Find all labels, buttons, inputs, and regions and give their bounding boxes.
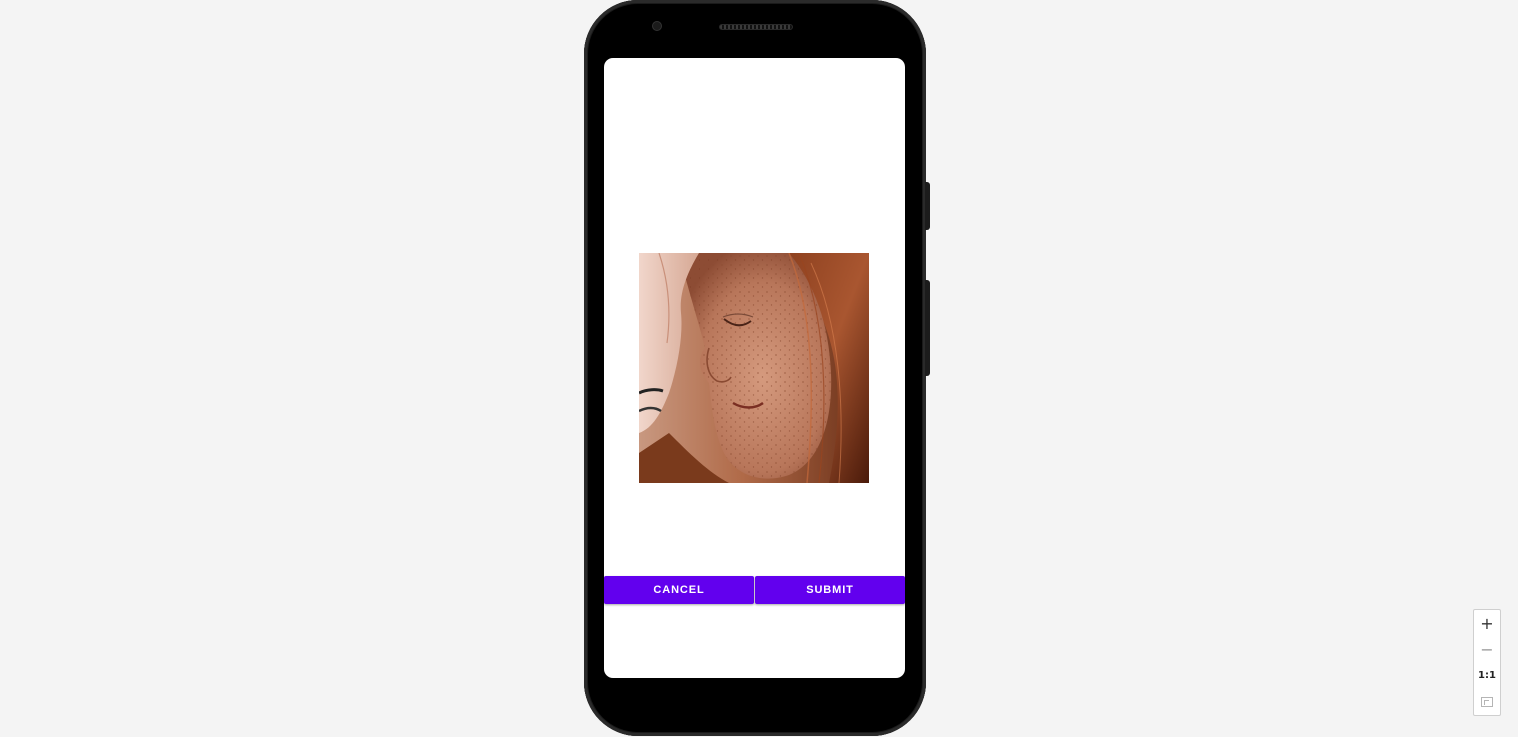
front-camera-icon: [652, 21, 662, 31]
portrait-photo-illustration: [639, 253, 869, 483]
power-button[interactable]: [925, 182, 930, 230]
phone-device-frame: CANCEL SUBMIT: [584, 0, 930, 736]
cancel-button[interactable]: CANCEL: [604, 576, 754, 604]
emulator-stage: CANCEL SUBMIT + − 1:1: [0, 0, 1518, 737]
zoom-in-button[interactable]: +: [1474, 610, 1500, 636]
phone-screen: CANCEL SUBMIT: [604, 58, 905, 678]
speaker-grille: [719, 24, 793, 30]
fit-to-screen-icon: [1481, 696, 1493, 707]
portrait-photo: [639, 253, 869, 483]
zoom-controls: + − 1:1: [1473, 609, 1501, 716]
dialog-button-row: CANCEL SUBMIT: [604, 576, 905, 604]
volume-button[interactable]: [925, 280, 930, 376]
actual-size-button[interactable]: 1:1: [1474, 663, 1500, 689]
zoom-out-button[interactable]: −: [1474, 636, 1500, 662]
submit-button[interactable]: SUBMIT: [755, 576, 905, 604]
fit-to-screen-button[interactable]: [1474, 689, 1500, 715]
